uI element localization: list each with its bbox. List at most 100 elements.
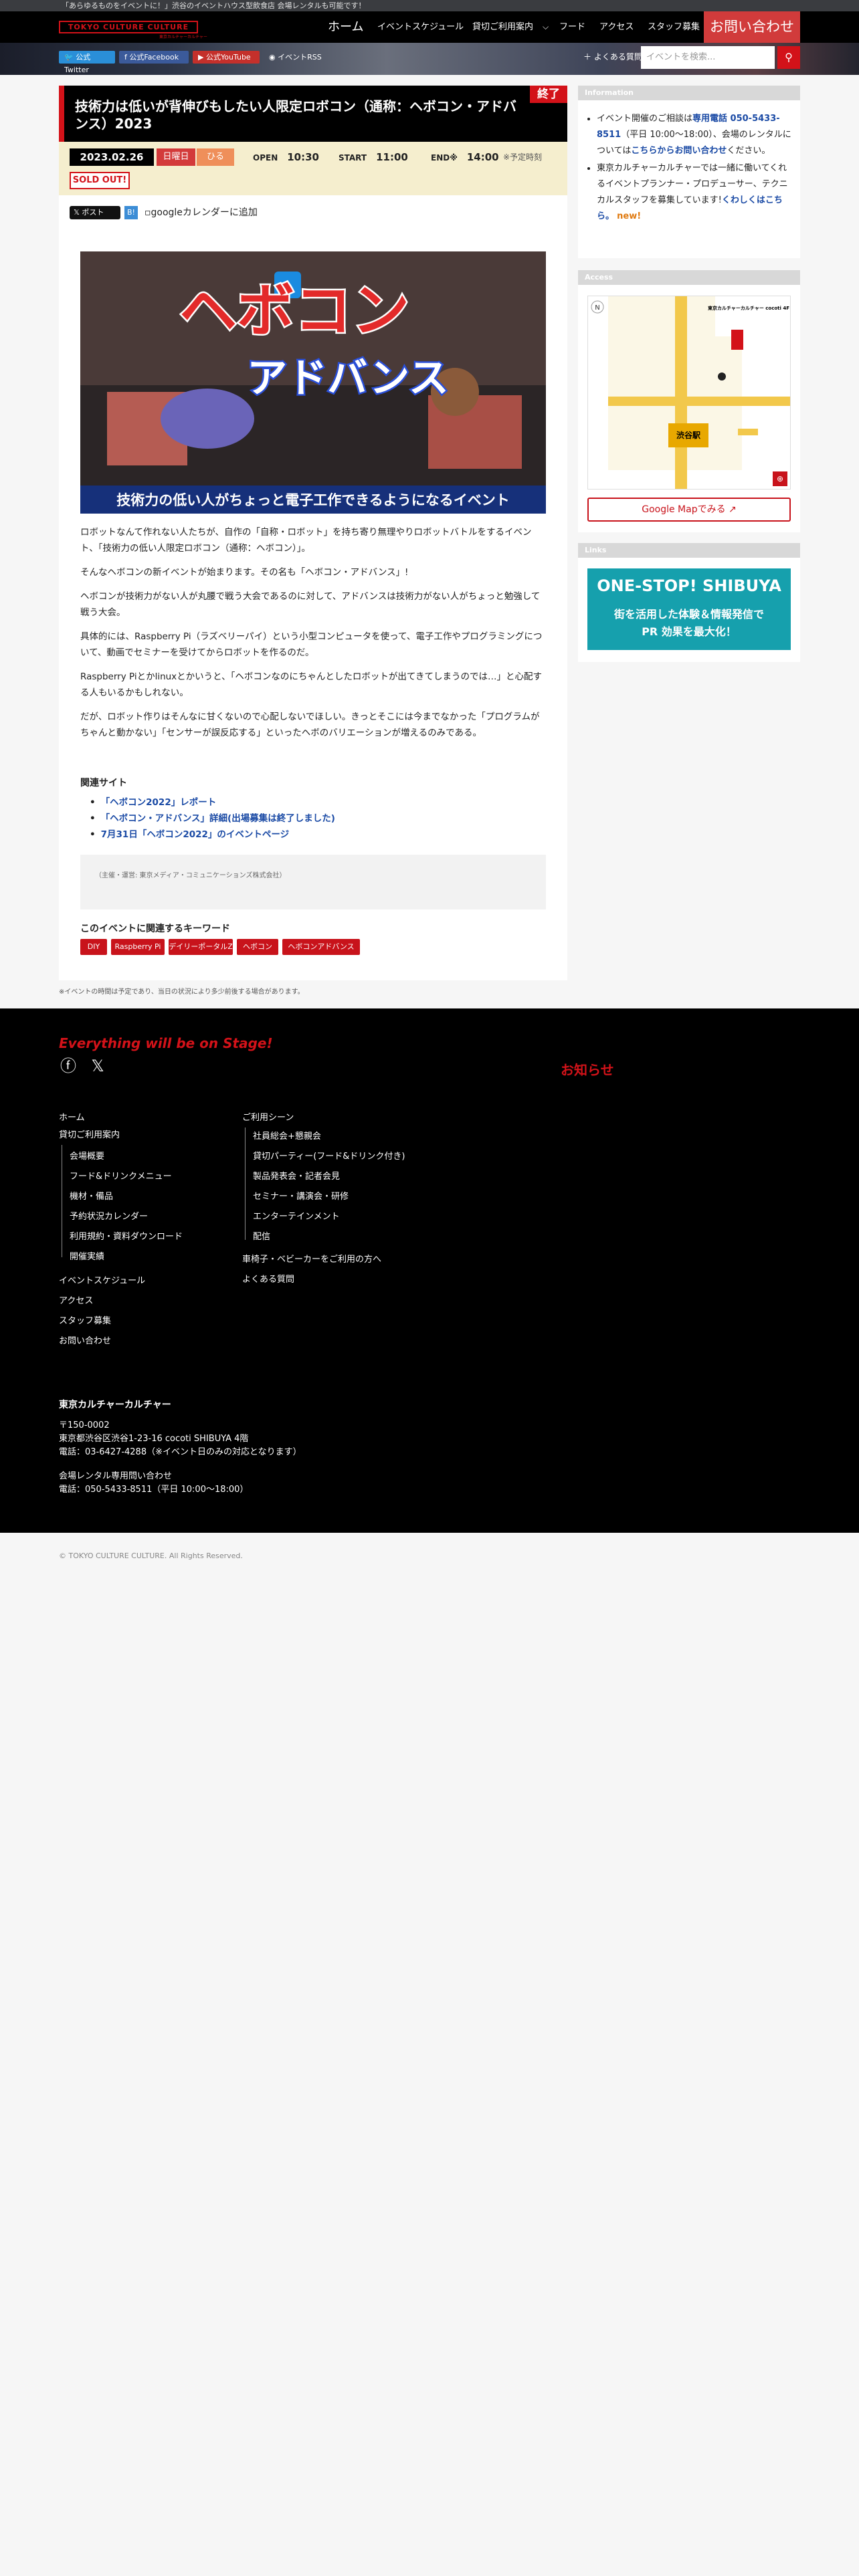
footer-link-schedule[interactable]: イベントスケジュール xyxy=(59,1273,145,1286)
information-heading: Information xyxy=(578,86,800,100)
faq-label: よくある質問 xyxy=(593,52,642,62)
status-badge: 終了 xyxy=(530,86,567,103)
start-time: START 11:00 xyxy=(339,148,408,166)
sidebar-links: Links ONE-STOP! SHIBUYA 街を活用した体験＆情報発信で PR… xyxy=(578,543,800,662)
footer-link-rental[interactable]: 貸切ご利用案内 xyxy=(59,1128,120,1140)
footer-link-staff[interactable]: スタッフ募集 xyxy=(59,1313,111,1326)
map-illustration: 渋谷駅 東京カルチャーカルチャー cocoti 4F N xyxy=(588,296,790,489)
description-paragraph: 具体的には、Raspberry Pi（ラズベリーパイ）という小型コンピュータを使… xyxy=(80,631,543,658)
access-map[interactable]: 渋谷駅 東京カルチャーカルチャー cocoti 4F N ⊕ xyxy=(587,296,791,490)
footer-link-contact[interactable]: お問い合わせ xyxy=(59,1333,111,1346)
copyright: © TOKYO CULTURE CULTURE. All Rights Rese… xyxy=(59,1551,243,1560)
footer-link-faq[interactable]: よくある質問 xyxy=(242,1272,294,1285)
facebook-button[interactable]: f 公式Facebook xyxy=(119,51,189,64)
related-link-report-2022[interactable]: 「ヘボコン2022」レポート xyxy=(101,797,217,808)
footer-link-scene[interactable]: 製品発表会・記者会見 xyxy=(253,1169,340,1182)
social-bar: 🐦 公式Twitter f 公式Facebook ▶ 公式YouTube ◉ イ… xyxy=(0,43,859,75)
footer-link-scene[interactable]: 社員総会+懇親会 xyxy=(253,1129,321,1142)
main-nav-bar: TOKYO CULTURE CULTURE 東京カルチャーカルチャー ホーム イ… xyxy=(0,11,859,43)
related-link-event-0731[interactable]: 7月31日「ヘボコン2022」のイベントページ xyxy=(101,829,289,840)
search-icon: ⚲ xyxy=(785,51,793,64)
one-stop-shibuya-banner[interactable]: ONE-STOP! SHIBUYA 街を活用した体験＆情報発信で PR 効果を最大… xyxy=(587,568,791,650)
twitter-button[interactable]: 🐦 公式Twitter xyxy=(59,51,115,74)
search-input[interactable]: イベントを検索... xyxy=(641,46,775,69)
footer-link-accessibility[interactable]: 車椅子・ベビーカーをご利用の方へ xyxy=(242,1252,381,1265)
x-icon: 𝕏 xyxy=(74,208,82,217)
faq-icon: ＋ xyxy=(583,52,594,62)
google-calendar-link[interactable]: ▫googleカレンダーに追加 xyxy=(145,206,258,219)
keyword-tag[interactable]: デイリーポータルZ xyxy=(169,939,233,955)
facebook-icon[interactable]: ⓕ xyxy=(59,1057,78,1075)
contact-button[interactable]: お問い合わせ xyxy=(704,11,800,43)
google-map-button[interactable]: Google Mapでみる ↗ xyxy=(587,498,791,522)
street-address: 東京都渋谷区渋谷1-23-16 cocoti SHIBUYA 4階 xyxy=(59,1434,249,1444)
search-button[interactable]: ⚲ xyxy=(777,46,800,69)
footer-divider xyxy=(245,1128,246,1240)
site-logo[interactable]: TOKYO CULTURE CULTURE xyxy=(59,21,198,33)
event-info-box: 2023.02.26 日曜日 ひる OPEN 10:30 START 11:00 E… xyxy=(59,142,567,195)
hero-sub-text: アドバンス xyxy=(247,355,449,402)
info-item-recruit: 東京カルチャーカルチャーでは一緒に働いてくれるイベントプランナー・プロデューサー… xyxy=(597,160,792,225)
footer-link-scene[interactable]: エンターテインメント xyxy=(253,1209,340,1222)
hero-title-text: ヘボコン xyxy=(179,278,409,344)
rental-contact-title: 会場レンタル専用問い合わせ xyxy=(59,1471,173,1481)
youtube-button[interactable]: ▶ 公式YouTube xyxy=(193,51,260,64)
facebook-label: 公式Facebook xyxy=(129,53,179,62)
related-link-advance-details[interactable]: 「ヘボコン・アドバンス」詳細(出場募集は終了しました) xyxy=(101,813,335,824)
footer-link-scene[interactable]: 配信 xyxy=(253,1229,270,1242)
description-paragraph: だが、ロボット作りはそんなに甘くないので心配しないでほしい。きっとそこには今まで… xyxy=(80,712,540,738)
footer-link-access[interactable]: アクセス xyxy=(59,1293,93,1306)
google-map-label: Google Mapでみる xyxy=(642,504,726,515)
footer-company-name: 東京カルチャーカルチャー xyxy=(59,1400,171,1410)
site-footer: Everything will be on Stage! ⓕ 𝕏 お知らせ ホー… xyxy=(0,1008,859,1533)
access-heading: Access xyxy=(578,270,800,285)
broken-image-icon: ▫ xyxy=(145,207,151,218)
footer-link-venue-overview[interactable]: 会場概要 xyxy=(70,1149,104,1162)
footer-link-equipment[interactable]: 機材・備品 xyxy=(70,1189,113,1202)
rental-contact-phone: 電話：050-5433-8511（平日 10:00〜18:00） xyxy=(59,1485,249,1495)
map-venue-label: 東京カルチャーカルチャー cocoti 4F xyxy=(708,305,789,311)
x-icon[interactable]: 𝕏 xyxy=(88,1057,107,1075)
footer-link-scene[interactable]: 貸切パーティー(フード&ドリンク付き) xyxy=(253,1149,405,1162)
event-article: 技術力は低いが背伸びもしたい人限定ロボコン（通称：ヘボコン・アドバンス）2023… xyxy=(59,86,567,980)
keyword-tag[interactable]: ヘボコンアドバンス xyxy=(282,939,360,955)
rental-inquiry-link[interactable]: こちらからお問い合わせ xyxy=(631,146,727,156)
x-post-label: ポスト xyxy=(82,208,104,217)
info-text: イベント開催のご相談は xyxy=(597,114,693,124)
end-time-note: ※予定時刻 xyxy=(503,152,543,162)
footer-link-calendar[interactable]: 予約状況カレンダー xyxy=(70,1209,148,1222)
event-date: 2023.02.26 xyxy=(70,148,154,166)
open-time: OPEN 10:30 xyxy=(253,148,319,166)
faq-link[interactable]: ＋ よくある質問 xyxy=(583,51,642,64)
banner-heading: ONE-STOP! SHIBUYA xyxy=(597,576,781,595)
x-post-button[interactable]: 𝕏 ポスト xyxy=(70,206,120,219)
zoom-icon[interactable]: ⊕ xyxy=(773,471,787,486)
keyword-tag[interactable]: DIY xyxy=(80,939,107,955)
nav-food[interactable]: フード xyxy=(559,11,585,43)
time-footnote: ※イベントの時間は予定であり、当日の状況により多少前後する場合があります。 xyxy=(59,988,304,996)
footer-rental-contact: 会場レンタル専用問い合わせ 電話：050-5433-8511（平日 10:00〜… xyxy=(59,1470,248,1497)
hatena-bookmark-button[interactable]: B! xyxy=(124,206,138,219)
sidebar-information: Information イベント開催のご相談は専用電話 050-5433-851… xyxy=(578,86,800,258)
rss-link[interactable]: ◉ イベントRSS xyxy=(264,51,328,64)
nav-rental-guide-label: 貸切ご利用案内 xyxy=(472,22,534,32)
footer-news-heading: お知らせ xyxy=(561,1062,614,1078)
end-time: END※ 14:00 xyxy=(431,148,499,166)
chevron-down-icon: ⌵ xyxy=(543,22,549,31)
nav-home[interactable]: ホーム xyxy=(328,11,363,43)
footer-link-track-record[interactable]: 開催実績 xyxy=(70,1249,104,1262)
info-text: ください。 xyxy=(727,146,771,156)
nav-event-schedule[interactable]: イベントスケジュール xyxy=(377,11,464,43)
footer-link-food-menu[interactable]: フード&ドリンクメニュー xyxy=(70,1169,172,1182)
nav-rental-guide[interactable]: 貸切ご利用案内 ⌵ xyxy=(472,11,549,43)
keyword-tag[interactable]: ヘボコン xyxy=(237,939,278,955)
external-link-icon: ↗ xyxy=(729,504,737,515)
footer-link-terms[interactable]: 利用規約・資料ダウンロード xyxy=(70,1229,183,1242)
footer-link-scene[interactable]: セミナー・講演会・研修 xyxy=(253,1189,349,1202)
nav-access[interactable]: アクセス xyxy=(599,11,634,43)
footer-scenes-heading: ご利用シーン xyxy=(242,1113,294,1123)
footer-link-home[interactable]: ホーム xyxy=(59,1110,85,1123)
keyword-tag[interactable]: Raspberry Pi xyxy=(111,939,165,955)
nav-staff-recruit[interactable]: スタッフ募集 xyxy=(648,11,700,43)
tagline: 「あらゆるものをイベントに！」渋谷のイベントハウス型飲食店 会場レンタルも可能で… xyxy=(62,1,366,10)
